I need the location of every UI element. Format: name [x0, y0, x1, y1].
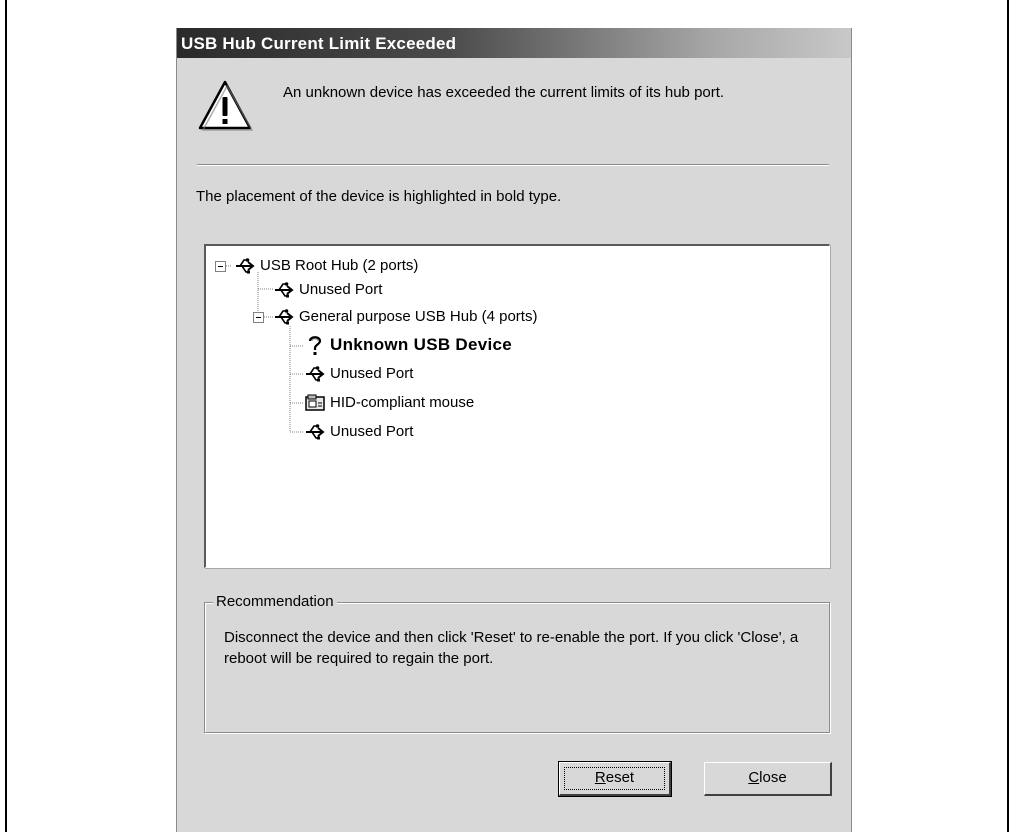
- tree-node-label: Unused Port: [299, 281, 383, 298]
- dialog-title[interactable]: USB Hub Current Limit Exceeded: [177, 28, 851, 58]
- tree-node-label: USB Root Hub (2 ports): [260, 257, 419, 274]
- message-text: An unknown device has exceeded the curre…: [283, 84, 725, 101]
- usb-icon: [236, 258, 255, 274]
- separator: [197, 164, 829, 166]
- usb-icon: [306, 424, 325, 440]
- device-tree[interactable]: USB Root Hub (2 ports) Unused Port Gener…: [204, 244, 830, 568]
- reset-button[interactable]: Reset: [558, 761, 672, 797]
- tree-node-label: HID-compliant mouse: [330, 394, 475, 411]
- tree-node-unused-port[interactable]: Unused Port: [304, 363, 413, 385]
- tree-node-label: Unused Port: [330, 365, 414, 382]
- tree-node-root-hub[interactable]: USB Root Hub (2 ports): [234, 255, 418, 277]
- tree-node-label: Unused Port: [330, 423, 414, 440]
- instruction-text: The placement of the device is highlight…: [196, 188, 562, 205]
- usb-hub-dialog: USB Hub Current Limit Exceeded An unknow…: [176, 28, 852, 832]
- tree-node-mouse[interactable]: HID-compliant mouse: [304, 392, 474, 414]
- reset-label: eset: [605, 769, 635, 786]
- tree-node-general-hub[interactable]: General purpose USB Hub (4 ports): [273, 306, 537, 328]
- recommendation-group: Recommendation Disconnect the device and…: [204, 593, 830, 733]
- close-label: lose: [759, 769, 787, 786]
- question-icon: [308, 336, 322, 355]
- tree-node-label: General purpose USB Hub (4 ports): [299, 308, 538, 325]
- reset-accelerator: R: [594, 769, 606, 786]
- tree-node-unknown-device[interactable]: Unknown USB Device: [304, 334, 512, 356]
- tree-expander-root[interactable]: [215, 261, 226, 272]
- usb-icon: [306, 366, 325, 382]
- usb-icon: [275, 282, 294, 298]
- tree-node-label: Unknown USB Device: [330, 335, 513, 354]
- tree-expander-hub[interactable]: [253, 312, 264, 323]
- tree-node-unused-port[interactable]: Unused Port: [273, 279, 382, 301]
- warning-icon: [198, 80, 253, 131]
- tree-node-unused-port[interactable]: Unused Port: [304, 421, 413, 443]
- recommendation-text: Disconnect the device and then click 'Re…: [224, 629, 799, 667]
- close-button[interactable]: Close: [704, 762, 832, 796]
- device-icon: [305, 394, 325, 411]
- recommendation-title: Recommendation: [213, 593, 337, 610]
- close-accelerator: C: [748, 769, 760, 786]
- usb-icon: [275, 309, 294, 325]
